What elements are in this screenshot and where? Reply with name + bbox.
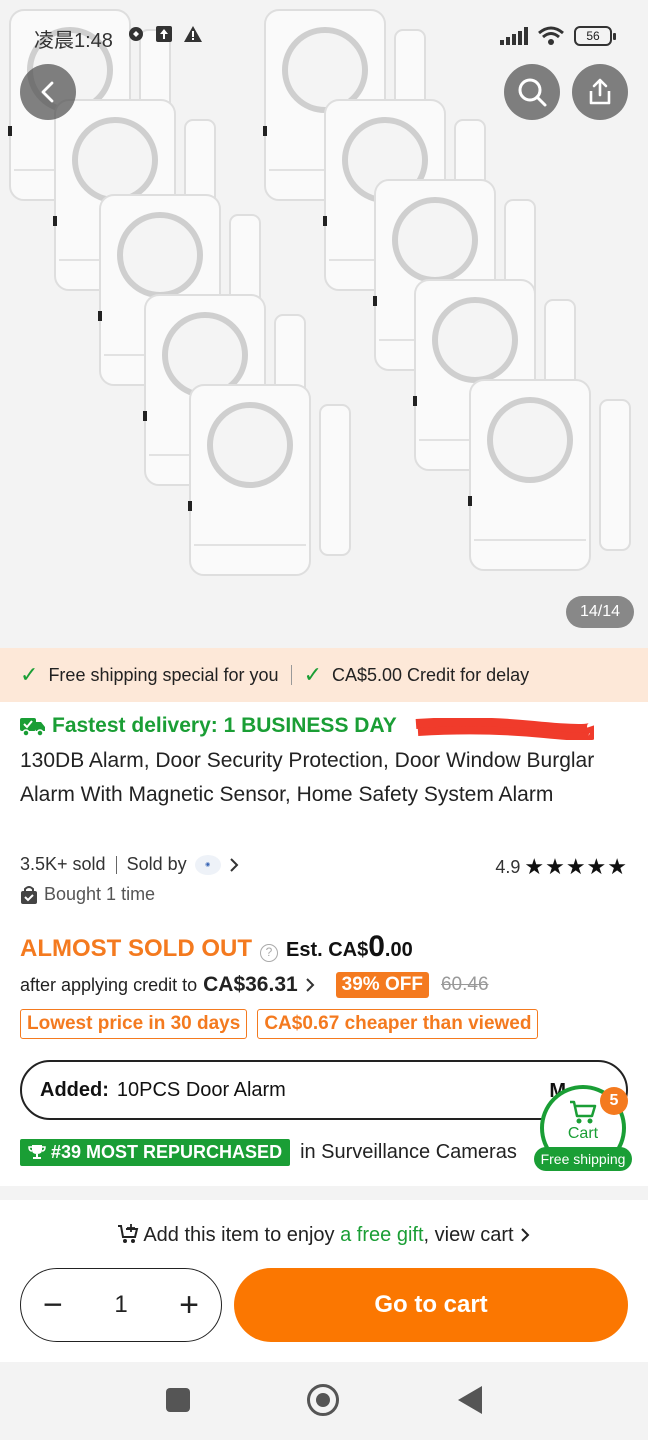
credit-price-row[interactable]: after applying credit to CA$36.31 39% OF… [20,972,489,998]
price-headline: ALMOST SOLD OUT ? Est. CA$0.00 [20,930,413,964]
ranking-badge: #39 MOST REPURCHASED [20,1139,291,1166]
meta-divider [115,855,117,874]
rating-stars: ★★★★★ [524,854,628,879]
promo-divider [290,665,292,685]
shopping-bag-icon [21,885,37,904]
plus-button[interactable]: + [179,1288,199,1322]
product-image-gallery[interactable]: 凌晨1:48 56 14/14 [0,0,648,648]
almost-sold-out: ALMOST SOLD OUT [20,935,252,962]
bought-history: Bought 1 time [20,884,155,905]
quantity-stepper[interactable]: − 1 + [20,1268,222,1342]
gift-prefix: Add this item to enjoy [143,1224,341,1246]
image-counter: 14/14 [566,596,634,628]
product-meta: 3.5K+ sold Sold by ◉ 4.9 ★★★★★ [20,854,628,879]
check-icon: ✓ [303,662,322,687]
check-icon: ✓ [20,662,39,687]
seller-logo[interactable]: ◉ [194,854,221,875]
section-divider [0,1186,648,1200]
est-big: 0 [368,930,385,963]
ranking-row[interactable]: #39 MOST REPURCHASED in Surveillance Cam… [20,1139,517,1166]
search-icon [518,78,547,107]
sold-by-label[interactable]: Sold by [127,854,187,875]
after-credit-label: after applying credit to [20,974,198,995]
est-prefix: Est. CA$ [285,939,369,961]
home-button[interactable] [307,1384,339,1416]
chevron-right-icon [305,978,315,992]
promo-strip[interactable]: ✓ Free shipping special for you ✓ CA$5.0… [0,648,648,702]
delivery-truck-icon [20,718,45,737]
cart-plus-icon [117,1224,139,1243]
share-icon [589,78,611,105]
gift-link[interactable]: a free gift [340,1224,423,1246]
product-title[interactable]: 130DB Alarm, Door Security Protection, D… [20,744,630,812]
status-bar: 凌晨1:48 56 [0,18,648,58]
added-label: Added: [40,1078,109,1101]
chevron-right-icon[interactable] [227,857,241,873]
cart-label: Cart [567,1125,599,1142]
discount-badge: 39% OFF [335,972,429,998]
battery-icon: 56 [574,26,616,46]
rating-value: 4.9 [495,856,521,877]
recents-button[interactable] [166,1388,190,1412]
chevron-right-icon [521,1228,530,1242]
sold-count: 3.5K+ sold [20,854,106,874]
nav-back-button[interactable] [458,1386,482,1414]
ranking-category: in Surveillance Cameras [300,1141,517,1163]
help-icon[interactable]: ? [259,944,278,962]
original-price: 60.46 [440,974,489,995]
credit-price: CA$36.31 [203,973,298,996]
warning-icon [184,26,202,42]
gift-suffix: , view cart [423,1224,514,1246]
delivery-info: Fastest delivery: 1 BUSINESS DAY [20,714,397,738]
tag-lowest-price: Lowest price in 30 days [20,1009,248,1039]
chevron-left-icon [41,81,54,103]
upload-icon [156,26,172,42]
floating-cart[interactable]: Cart 5 Free shipping [534,1085,632,1173]
variant-selector[interactable]: Added: 10PCS Door Alarm M [20,1060,628,1120]
quantity-value: 1 [114,1291,128,1318]
go-to-cart-button[interactable]: Go to cart [234,1268,628,1342]
cart-icon [570,1100,597,1124]
price-tags: Lowest price in 30 days CA$0.67 cheaper … [20,1009,539,1039]
est-cents: .00 [384,939,413,961]
share-button[interactable] [572,64,628,120]
search-button[interactable] [504,64,560,120]
trophy-icon [28,1145,46,1159]
ranking-text: #39 MOST REPURCHASED [51,1142,283,1162]
signal-icon [500,27,528,45]
status-system-icons: 56 [500,26,616,46]
cart-free-shipping: Free shipping [534,1147,632,1171]
system-nav-bar [0,1362,648,1440]
promo-credit-delay: CA$5.00 Credit for delay [332,664,530,685]
promo-free-shipping: Free shipping special for you [48,664,279,685]
status-time: 凌晨1:48 [34,30,113,52]
sync-icon [129,27,143,41]
delivery-text: Fastest delivery: 1 BUSINESS DAY [52,714,397,737]
redaction-mark [415,718,594,740]
wifi-icon [538,26,564,45]
cart-count-badge: 5 [600,1087,628,1115]
free-gift-line[interactable]: Add this item to enjoy a free gift, view… [0,1224,648,1247]
variant-value: 10PCS Door Alarm [116,1078,286,1101]
minus-button[interactable]: − [43,1288,63,1322]
bought-text: Bought 1 time [44,884,156,904]
back-button[interactable] [20,64,76,120]
status-notification-icons [128,26,202,42]
rating[interactable]: 4.9 ★★★★★ [495,854,628,880]
tag-cheaper: CA$0.67 cheaper than viewed [257,1009,539,1039]
estimated-price: Est. CA$0.00 [286,930,413,964]
